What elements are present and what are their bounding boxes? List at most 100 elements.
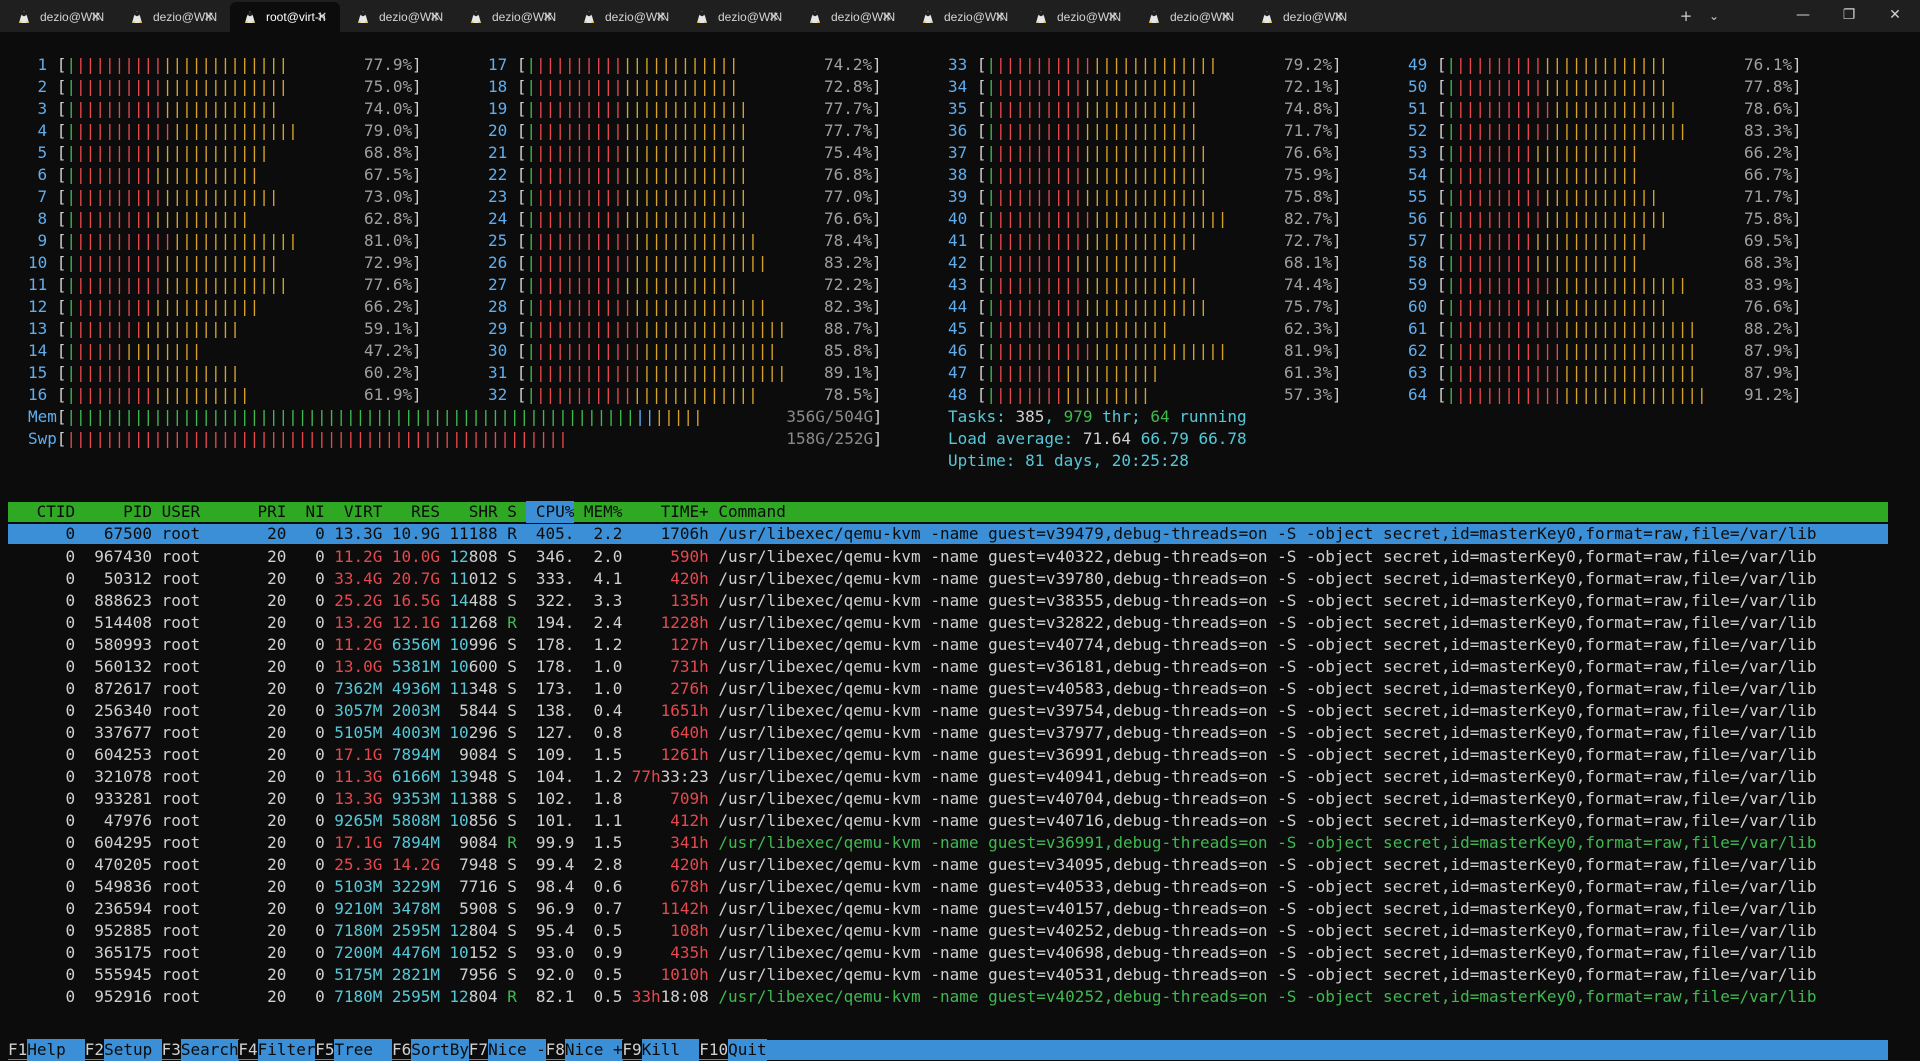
tab-close-icon[interactable]: ✕ <box>1331 9 1347 25</box>
cpu-number: 57 <box>1408 231 1428 250</box>
fkey-f7[interactable]: F7Nice - <box>468 1039 546 1061</box>
column-header-cpu[interactable]: CPU% <box>526 501 575 523</box>
process-row[interactable]: 0 514408 root 20 0 13.2G 12.1G 11268 R 194. 2.4 122… <box>8 612 1888 634</box>
tab-5[interactable]: dezio@WIN ✕ <box>569 2 679 32</box>
tab-1[interactable]: dezio@WIN ✕ <box>117 2 227 32</box>
column-header-cmd[interactable]: Command <box>718 501 1870 523</box>
fkey-f6[interactable]: F6SortBy <box>392 1039 470 1061</box>
process-row[interactable]: 0 604253 root 20 0 17.1G 7894M 9084 S 109. 1.5 1261… <box>8 744 1888 766</box>
fkey-f9[interactable]: F9Kill <box>622 1039 700 1061</box>
process-row[interactable]: 0 236594 root 20 0 9210M 3478M 5908 S 96.9 0.7 1142… <box>8 898 1888 920</box>
new-tab-button[interactable]: + <box>1672 4 1700 28</box>
cell-ctid: 0 <box>65 943 76 962</box>
process-row[interactable]: 0 470205 root 20 0 25.3G 14.2G 7948 S 99.4 2.8 420h… <box>8 854 1888 876</box>
cpu-number: 34 <box>948 77 968 96</box>
process-row[interactable]: 0 549836 root 20 0 5103M 3229M 7716 S 98.4 0.6 678h… <box>8 876 1888 898</box>
process-row[interactable]: 0 555945 root 20 0 5175M 2821M 7956 S 92.0 0.5 1010… <box>8 964 1888 986</box>
column-header-ctid[interactable]: CTID <box>8 501 76 523</box>
cell-res: 6166M <box>391 767 440 786</box>
process-row[interactable]: 0 47976 root 20 0 9265M 5808M 10856 S 101. 1.1 412h… <box>8 810 1888 832</box>
fkey-f2[interactable]: F2Setup <box>84 1039 162 1061</box>
process-table-header[interactable]: CTID PID USER PRI NI VIRT RES SHR S CPU% MEM% TIME+… <box>8 501 1888 523</box>
tab-9[interactable]: dezio@WIN ✕ <box>1021 2 1131 32</box>
tab-close-icon[interactable]: ✕ <box>540 9 556 25</box>
cpu-usage-bar: ||||||||||||||||||||||| <box>986 297 1209 316</box>
cell-pri: 20 <box>267 524 287 543</box>
column-header-pid[interactable]: PID <box>75 501 152 523</box>
cell-res: 2821M <box>391 965 440 984</box>
cell-res: 10.0G <box>391 547 440 566</box>
tab-2[interactable]: root@virt-h ✕ <box>230 2 340 32</box>
fkey-f1[interactable]: F1Help <box>8 1039 86 1061</box>
fkey-f4[interactable]: F4Filter <box>238 1039 316 1061</box>
tab-dropdown-button[interactable]: ⌄ <box>1700 4 1728 28</box>
cell-ctid: 0 <box>65 789 76 808</box>
process-row[interactable]: 0 952916 root 20 0 7180M 2595M 12804 R 82.1 0.5 33h… <box>8 986 1888 1008</box>
process-row[interactable]: 0 580993 root 20 0 11.2G 6356M 10996 S 178. 1.2 127… <box>8 634 1888 656</box>
meter-open-bracket: [ <box>1436 385 1447 404</box>
process-row[interactable]: 0 604295 root 20 0 17.1G 7894M 9084 R 99.9 1.5 341h… <box>8 832 1888 854</box>
tab-close-icon[interactable]: ✕ <box>427 9 443 25</box>
process-row[interactable]: 0 50312 root 20 0 33.4G 20.7G 11012 S 333. 4.1 420h… <box>8 568 1888 590</box>
cell-pid: 604295 <box>94 833 152 852</box>
column-header-ni[interactable]: NI <box>286 501 325 523</box>
meter-open-bracket: [ <box>516 385 527 404</box>
tab-11[interactable]: dezio@WIN ✕ <box>1247 2 1357 32</box>
tab-close-icon[interactable]: ✕ <box>992 9 1008 25</box>
process-row[interactable]: 0 933281 root 20 0 13.3G 9353M 11388 S 102. 1.8 709… <box>8 788 1888 810</box>
column-header-shr[interactable]: SHR <box>440 501 498 523</box>
fkey-f8[interactable]: F8Nice + <box>545 1039 623 1061</box>
tab-close-icon[interactable]: ✕ <box>653 9 669 25</box>
meter-close-bracket: ] <box>872 209 882 228</box>
process-row[interactable]: 0 888623 root 20 0 25.2G 16.5G 14488 S 322. 3.3 135… <box>8 590 1888 612</box>
fkey-f5[interactable]: F5Tree <box>315 1039 393 1061</box>
tab-close-icon[interactable]: ✕ <box>1105 9 1121 25</box>
cell-ni: 0 <box>315 657 325 676</box>
process-row[interactable]: 0 337677 root 20 0 5105M 4003M 10296 S 127. 0.8 640… <box>8 722 1888 744</box>
column-header-res[interactable]: RES <box>382 501 440 523</box>
process-row[interactable]: 0 872617 root 20 0 7362M 4936M 11348 S 173. 1.0 276… <box>8 678 1888 700</box>
tab-4[interactable]: dezio@WIN ✕ <box>456 2 566 32</box>
column-header-s[interactable]: S <box>507 501 517 523</box>
minimize-button[interactable]: — <box>1780 0 1826 32</box>
column-header-time[interactable]: TIME+ <box>622 501 709 523</box>
tab-close-icon[interactable]: ✕ <box>766 9 782 25</box>
tab-0[interactable]: dezio@WIN ✕ <box>4 2 114 32</box>
fkey-f10[interactable]: F10Quit <box>699 1039 767 1061</box>
cpu-percent: 71.7% <box>1284 121 1333 140</box>
tab-3[interactable]: dezio@WIN ✕ <box>343 2 453 32</box>
tab-6[interactable]: dezio@WIN ✕ <box>682 2 792 32</box>
column-header-virt[interactable]: VIRT <box>325 501 383 523</box>
cpu-usage-bar: ||||||||||||||||||||||| <box>526 99 749 118</box>
cell-cmd: /usr/libexec/qemu-kvm -name guest=v39780… <box>718 569 1817 588</box>
meter-open-bracket: [ <box>1436 121 1447 140</box>
tab-close-icon[interactable]: ✕ <box>88 9 104 25</box>
process-row[interactable]: 0 67500 root 20 0 13.3G 10.9G 11188 R 405. 2.2 1706… <box>8 524 1888 544</box>
process-row[interactable]: 0 365175 root 20 0 7200M 4476M 10152 S 93.0 0.9 435… <box>8 942 1888 964</box>
tab-close-icon[interactable]: ✕ <box>1218 9 1234 25</box>
tab-7[interactable]: dezio@WIN ✕ <box>795 2 905 32</box>
column-header-mem[interactable]: MEM% <box>574 501 623 523</box>
restore-button[interactable]: ❐ <box>1826 0 1872 32</box>
cpu-number: 17 <box>488 55 508 74</box>
column-header-pri[interactable]: PRI <box>248 501 286 523</box>
cell-shr: 11188 <box>449 524 498 543</box>
tab-8[interactable]: dezio@WIN ✕ <box>908 2 1018 32</box>
close-window-button[interactable]: ✕ <box>1872 0 1918 32</box>
column-header-user[interactable]: USER <box>162 501 248 523</box>
htop-terminal[interactable]: 1[||||||||||||||||||||||| 77.9%] 2[|||||||… <box>0 32 1920 1061</box>
meter-open-bracket: [ <box>56 363 67 382</box>
tab-close-icon[interactable]: ✕ <box>314 9 330 25</box>
fkey-f3[interactable]: F3Search <box>161 1039 239 1061</box>
cpu-percent: 77.7% <box>824 121 873 140</box>
process-row[interactable]: 0 560132 root 20 0 13.0G 5381M 10600 S 178. 1.0 731… <box>8 656 1888 678</box>
tab-close-icon[interactable]: ✕ <box>201 9 217 25</box>
process-row[interactable]: 0 321078 root 20 0 11.3G 6166M 13948 S 104. 1.2 77h… <box>8 766 1888 788</box>
process-row[interactable]: 0 967430 root 20 0 11.2G 10.0G 12808 S 346. 2.0 590… <box>8 546 1888 568</box>
process-row[interactable]: 0 256340 root 20 0 3057M 2003M 5844 S 138. 0.4 1651… <box>8 700 1888 722</box>
tab-close-icon[interactable]: ✕ <box>879 9 895 25</box>
process-row[interactable]: 0 952885 root 20 0 7180M 2595M 12804 S 95.4 0.5 108… <box>8 920 1888 942</box>
cell-user: root <box>161 657 201 676</box>
tab-10[interactable]: dezio@WIN ✕ <box>1134 2 1244 32</box>
cpu-number: 45 <box>948 319 968 338</box>
